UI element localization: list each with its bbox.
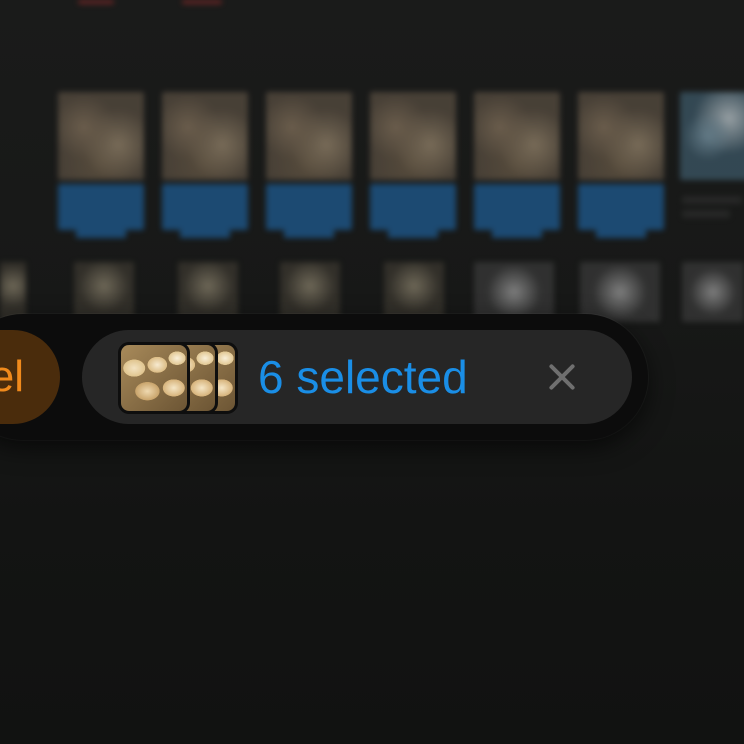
gallery-thumbnail[interactable] — [58, 92, 144, 180]
close-icon[interactable] — [544, 359, 580, 395]
selection-summary-pill[interactable]: 6 selected — [82, 330, 632, 424]
gallery-thumbnail[interactable] — [682, 262, 744, 322]
gallery-thumbnail[interactable] — [384, 262, 444, 322]
gallery-thumbnail[interactable] — [266, 92, 352, 180]
column-header — [62, 14, 142, 40]
gallery-thumbnail[interactable] — [580, 262, 660, 322]
gallery-thumbnail[interactable] — [680, 92, 744, 180]
gallery-thumbnail[interactable] — [74, 262, 134, 322]
app-canvas: el 6 selected — [0, 0, 744, 744]
background-gallery — [0, 0, 744, 330]
caption-text-line — [682, 196, 742, 204]
column-header — [582, 14, 662, 40]
gallery-thumbnail[interactable] — [162, 92, 248, 180]
gallery-thumbnail[interactable] — [280, 262, 340, 322]
action-button-label: el — [0, 352, 24, 401]
selected-tile-label — [370, 184, 456, 238]
caption-text-line — [682, 210, 730, 218]
selected-tile-label — [162, 184, 248, 238]
stacked-thumbnails-icon — [118, 342, 242, 414]
gallery-thumbnail[interactable] — [474, 92, 560, 180]
selected-tile-label — [578, 184, 664, 238]
column-header — [374, 14, 454, 40]
gallery-thumbnail[interactable] — [474, 262, 554, 322]
selection-count-label: 6 selected — [258, 351, 468, 403]
column-header — [270, 14, 350, 40]
selected-tile-label — [474, 184, 560, 238]
gallery-thumbnail[interactable] — [178, 262, 238, 322]
gallery-thumbnail[interactable] — [578, 92, 664, 180]
gallery-thumbnail[interactable] — [370, 92, 456, 180]
selected-tile-label — [58, 184, 144, 238]
red-accent-mark — [78, 0, 114, 4]
column-header — [478, 14, 558, 40]
column-header — [166, 14, 246, 40]
selected-tile-label — [266, 184, 352, 238]
gallery-thumbnail[interactable] — [0, 262, 26, 322]
selected-thumbnail — [118, 342, 190, 414]
red-accent-mark — [182, 0, 222, 4]
